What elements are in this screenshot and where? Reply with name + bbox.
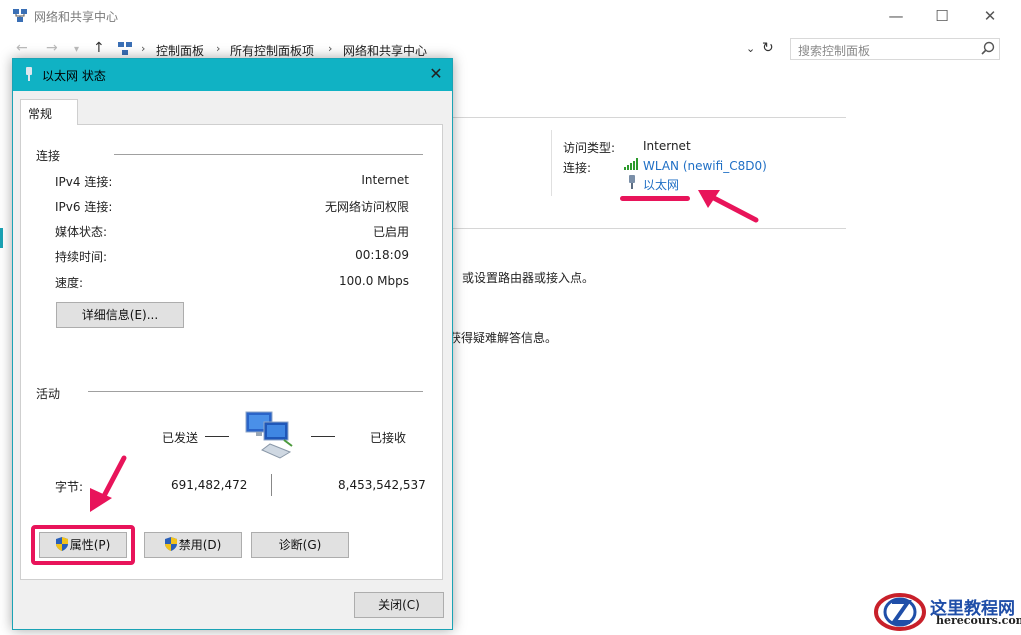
tab-panel [20, 124, 443, 580]
bytes-label: 字节: [55, 480, 84, 494]
connection-group-title: 连接 [36, 149, 61, 163]
connections-label: 连接: [563, 161, 592, 175]
watermark-logo [872, 588, 928, 635]
arrow-pointer-icon [86, 452, 132, 517]
breadcrumb-network-center[interactable]: 网络和共享中心 [343, 42, 427, 59]
breadcrumb-all-items[interactable]: 所有控制面板项 [230, 42, 314, 59]
search-icon[interactable] [981, 41, 995, 58]
group-divider [88, 391, 423, 392]
ipv4-value: Internet [361, 173, 409, 187]
media-state-label: 媒体状态: [55, 225, 108, 239]
address-bar[interactable] [114, 38, 778, 60]
bytes-received-value: 8,453,542,537 [338, 478, 426, 492]
setup-router-text: 或设置路由器或接入点。 [462, 271, 595, 285]
received-label: 已接收 [370, 431, 407, 445]
properties-button[interactable]: 属性(P) [39, 532, 127, 558]
maximize-button[interactable]: ☐ [930, 6, 954, 26]
properties-label: 属性(P) [69, 538, 111, 552]
tab-general-label: 常规 [28, 107, 53, 121]
close-button[interactable]: 关闭(C) [354, 592, 444, 618]
ethernet-plug-icon [24, 66, 34, 85]
speed-value: 100.0 Mbps [338, 274, 409, 288]
refresh-icon[interactable]: ↻ [762, 40, 774, 56]
close-window-button[interactable]: ✕ [978, 6, 1002, 26]
ethernet-link[interactable]: 以太网 [643, 176, 679, 193]
ipv4-label: IPv4 连接: [55, 175, 113, 189]
close-icon[interactable]: ✕ [426, 63, 446, 85]
bytes-sent-value: 691,482,472 [171, 478, 248, 492]
duration-label: 持续时间: [55, 250, 108, 264]
breadcrumb-control-panel[interactable]: 控制面板 [156, 42, 204, 59]
chevron-right-icon: › [328, 42, 333, 55]
left-edge-indicator [0, 228, 3, 248]
search-placeholder: 搜索控制面板 [798, 44, 871, 58]
speed-label: 速度: [55, 276, 84, 290]
shield-icon [55, 535, 68, 551]
wifi-signal-icon [624, 158, 640, 173]
dialog-title: 以太网 状态 [42, 69, 106, 83]
network-computers-icon [244, 410, 298, 463]
ethernet-underline-highlight [620, 196, 690, 201]
disable-button[interactable]: 禁用(D) [144, 532, 242, 558]
tab-join-mask [21, 123, 77, 126]
window-title: 网络和共享中心 [34, 10, 119, 24]
details-button[interactable]: 详细信息(E)... [56, 302, 184, 328]
wlan-link[interactable]: WLAN (newifi_C8D0) [643, 159, 767, 173]
shield-icon [164, 535, 177, 551]
activity-group-title: 活动 [36, 387, 61, 401]
dropdown-history-icon[interactable]: ▾ [74, 44, 79, 55]
sent-label: 已发送 [162, 431, 199, 445]
sent-dash [205, 436, 229, 437]
address-dropdown-icon[interactable]: ⌄ [746, 42, 755, 55]
minimize-button[interactable]: — [884, 6, 908, 26]
access-type-value: Internet [643, 139, 691, 153]
diagnose-button[interactable]: 诊断(G) [251, 532, 349, 558]
duration-value: 00:18:09 [355, 248, 409, 262]
divider [453, 228, 846, 229]
forward-icon[interactable]: → [46, 40, 58, 56]
vertical-divider [551, 130, 552, 196]
watermark-url: herecours.com [936, 614, 1021, 627]
ethernet-plug-icon [627, 174, 637, 193]
control-panel-icon [117, 41, 133, 57]
media-state-value: 已启用 [372, 225, 409, 239]
chevron-right-icon: › [141, 42, 146, 55]
main-titlebar [0, 0, 1021, 32]
up-icon[interactable]: ↑ [93, 40, 105, 56]
access-type-label: 访问类型: [563, 141, 616, 155]
group-divider [114, 154, 423, 155]
ipv6-label: IPv6 连接: [55, 200, 113, 214]
received-dash [311, 436, 335, 437]
troubleshoot-text: 获得疑难解答信息。 [449, 331, 558, 345]
bytes-separator [271, 474, 272, 496]
arrow-pointer-icon [694, 182, 760, 227]
back-icon[interactable]: ← [16, 40, 28, 56]
network-center-icon [12, 8, 28, 24]
chevron-right-icon: › [216, 42, 221, 55]
divider [453, 117, 846, 118]
ipv6-value: 无网络访问权限 [324, 200, 409, 214]
disable-label: 禁用(D) [178, 538, 222, 552]
